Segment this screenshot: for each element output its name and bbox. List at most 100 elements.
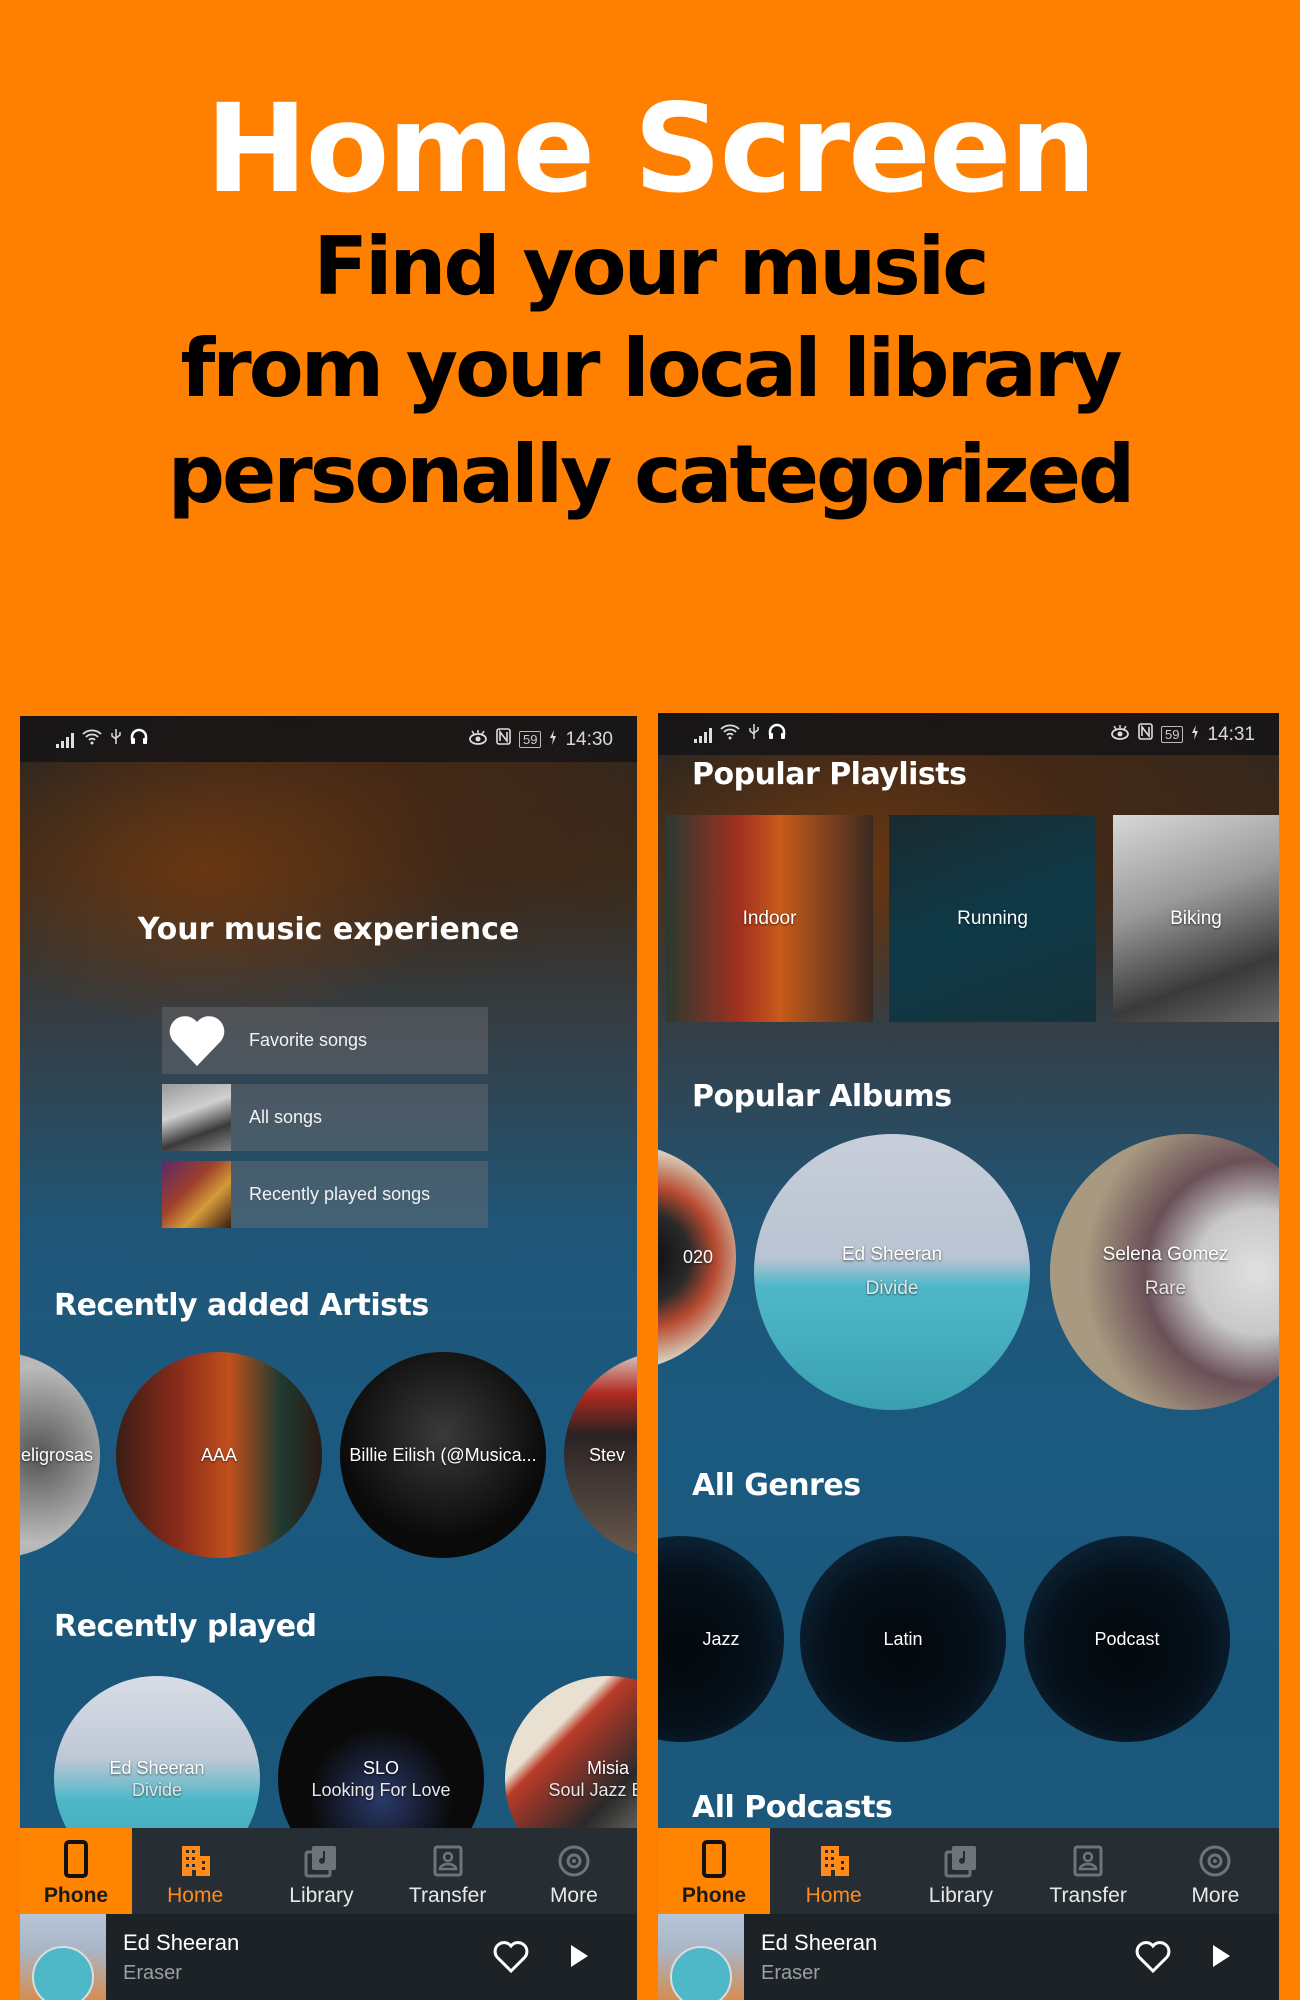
phone-icon: [64, 1840, 88, 1878]
favorite-heart-button[interactable]: [1135, 1940, 1171, 1979]
recently-added-artists-title: Recently added Artists: [54, 1288, 429, 1323]
now-playing-artist: Ed Sheeran: [123, 1930, 240, 1955]
bottom-navigation: Phone Home Library Transfer More: [658, 1828, 1279, 1914]
all-songs-button[interactable]: All songs: [162, 1084, 488, 1151]
quick-access-label: Recently played songs: [249, 1184, 431, 1204]
nav-label: Home: [805, 1884, 862, 1907]
transfer-icon: [433, 1845, 463, 1877]
promo-header: Home Screen Find your music from your lo…: [0, 0, 1300, 700]
recently-played-album: Looking For Love: [311, 1780, 451, 1800]
signal-icon: [694, 727, 712, 743]
quick-access-label: Favorite songs: [249, 1030, 368, 1050]
wifi-icon: [82, 729, 102, 751]
now-playing-track: Eraser: [123, 1962, 182, 1984]
promo-subtitle-line: from your local library: [180, 322, 1122, 415]
nav-library[interactable]: Library: [897, 1828, 1024, 1914]
nav-label: Transfer: [408, 1884, 487, 1907]
genre-name: Podcast: [1094, 1629, 1160, 1649]
artist-name: Stev: [588, 1445, 626, 1465]
heart-icon: [162, 1007, 231, 1074]
turntable-thumbnail: [162, 1084, 231, 1151]
transfer-icon: [1073, 1845, 1103, 1877]
status-bar: 59 14:31: [658, 713, 1279, 755]
popular-playlists-title: Popular Playlists: [692, 757, 967, 792]
nav-transfer[interactable]: Transfer: [385, 1828, 511, 1914]
status-bar: 59 14:30: [20, 716, 637, 762]
phone-icon: [702, 1840, 726, 1878]
play-button[interactable]: [1211, 1944, 1231, 1973]
playlist-tile[interactable]: Indoor: [666, 815, 873, 1022]
genre-card[interactable]: Jazz: [658, 1536, 784, 1742]
genre-card[interactable]: Latin: [800, 1536, 1006, 1742]
bottom-navigation: Phone Home Library Transfer More: [20, 1828, 637, 1914]
playlist-name: Biking: [1170, 907, 1222, 929]
now-playing-artwork: [658, 1914, 744, 2000]
promo-subtitle-line: Find your music: [313, 220, 989, 313]
headphones-icon: [130, 728, 148, 751]
recently-played-album: Soul Jazz Best: [548, 1780, 637, 1800]
headphones-icon: [768, 723, 786, 746]
artist-card[interactable]: eligrosas: [20, 1352, 100, 1558]
playlist-tile[interactable]: Biking: [1113, 815, 1279, 1022]
nav-more[interactable]: More: [511, 1828, 637, 1914]
charging-icon: [1191, 724, 1199, 746]
phone-screen-right: 59 14:31 Popular Playlists Indoor Runnin…: [658, 713, 1279, 2000]
quick-access-label: All songs: [249, 1107, 323, 1127]
nfc-icon: [496, 728, 511, 751]
recently-played-title: Recently played: [54, 1609, 317, 1644]
clock: 14:30: [565, 728, 613, 750]
now-playing-artwork: [20, 1914, 106, 2000]
artist-name: Billie Eilish (@Musica...: [349, 1445, 537, 1465]
favorite-heart-button[interactable]: [493, 1940, 529, 1979]
genre-card[interactable]: Podcast: [1024, 1536, 1230, 1742]
popular-albums-title: Popular Albums: [692, 1079, 952, 1114]
nav-more[interactable]: More: [1152, 1828, 1279, 1914]
nav-library[interactable]: Library: [258, 1828, 384, 1914]
nav-label: Phone: [681, 1884, 747, 1907]
album-card[interactable]: Selena Gomez Rare: [1050, 1134, 1279, 1410]
play-button[interactable]: [569, 1944, 589, 1973]
nav-home[interactable]: Home: [132, 1828, 258, 1914]
nav-label: Phone: [43, 1884, 109, 1907]
recently-played-songs-button[interactable]: Recently played songs: [162, 1161, 488, 1228]
nav-phone[interactable]: Phone: [20, 1828, 132, 1914]
nav-phone[interactable]: Phone: [658, 1828, 770, 1914]
nav-label: Home: [167, 1884, 224, 1907]
nav-home[interactable]: Home: [770, 1828, 897, 1914]
playlist-name: Running: [957, 907, 1028, 929]
album-title: Rare: [1144, 1278, 1187, 1299]
artist-name: eligrosas: [20, 1445, 94, 1465]
recently-played-album: Divide: [131, 1780, 183, 1800]
recently-played-artist: Misia: [586, 1758, 629, 1778]
playlist-tile[interactable]: Running: [889, 815, 1096, 1022]
promo-subtitle-line: personally categorized: [167, 428, 1135, 521]
album-artist: Selena Gomez: [1102, 1244, 1229, 1265]
more-disc-icon: [558, 1845, 590, 1877]
album-artist: Ed Sheeran: [841, 1244, 943, 1265]
artist-card[interactable]: Billie Eilish (@Musica...: [340, 1352, 546, 1558]
album-card[interactable]: 020: [658, 1144, 736, 1370]
usb-icon: [110, 728, 122, 751]
library-icon: [944, 1846, 976, 1878]
nav-transfer[interactable]: Transfer: [1025, 1828, 1152, 1914]
nav-label: More: [549, 1884, 598, 1907]
promo-title: Home Screen: [205, 78, 1097, 220]
genre-name: Latin: [883, 1629, 923, 1649]
favorite-songs-button[interactable]: Favorite songs: [162, 1007, 488, 1074]
all-podcasts-title: All Podcasts: [692, 1790, 893, 1825]
saxophone-thumbnail: [162, 1161, 231, 1228]
nav-label: Transfer: [1049, 1884, 1127, 1907]
charging-icon: [549, 729, 557, 751]
artist-card[interactable]: Stev: [564, 1352, 637, 1558]
album-card[interactable]: Ed Sheeran Divide: [754, 1134, 1030, 1410]
nav-label: Library: [289, 1884, 354, 1907]
home-buildings-icon: [182, 1846, 211, 1876]
now-playing-track: Eraser: [761, 1962, 820, 1984]
mini-player[interactable]: Ed Sheeran Eraser: [658, 1914, 1279, 2000]
more-disc-icon: [1199, 1845, 1231, 1877]
usb-icon: [748, 723, 760, 746]
signal-icon: [56, 732, 74, 748]
mini-player[interactable]: Ed Sheeran Eraser: [20, 1914, 637, 2000]
artist-card[interactable]: AAA: [116, 1352, 322, 1558]
battery-indicator: 59: [518, 731, 542, 748]
